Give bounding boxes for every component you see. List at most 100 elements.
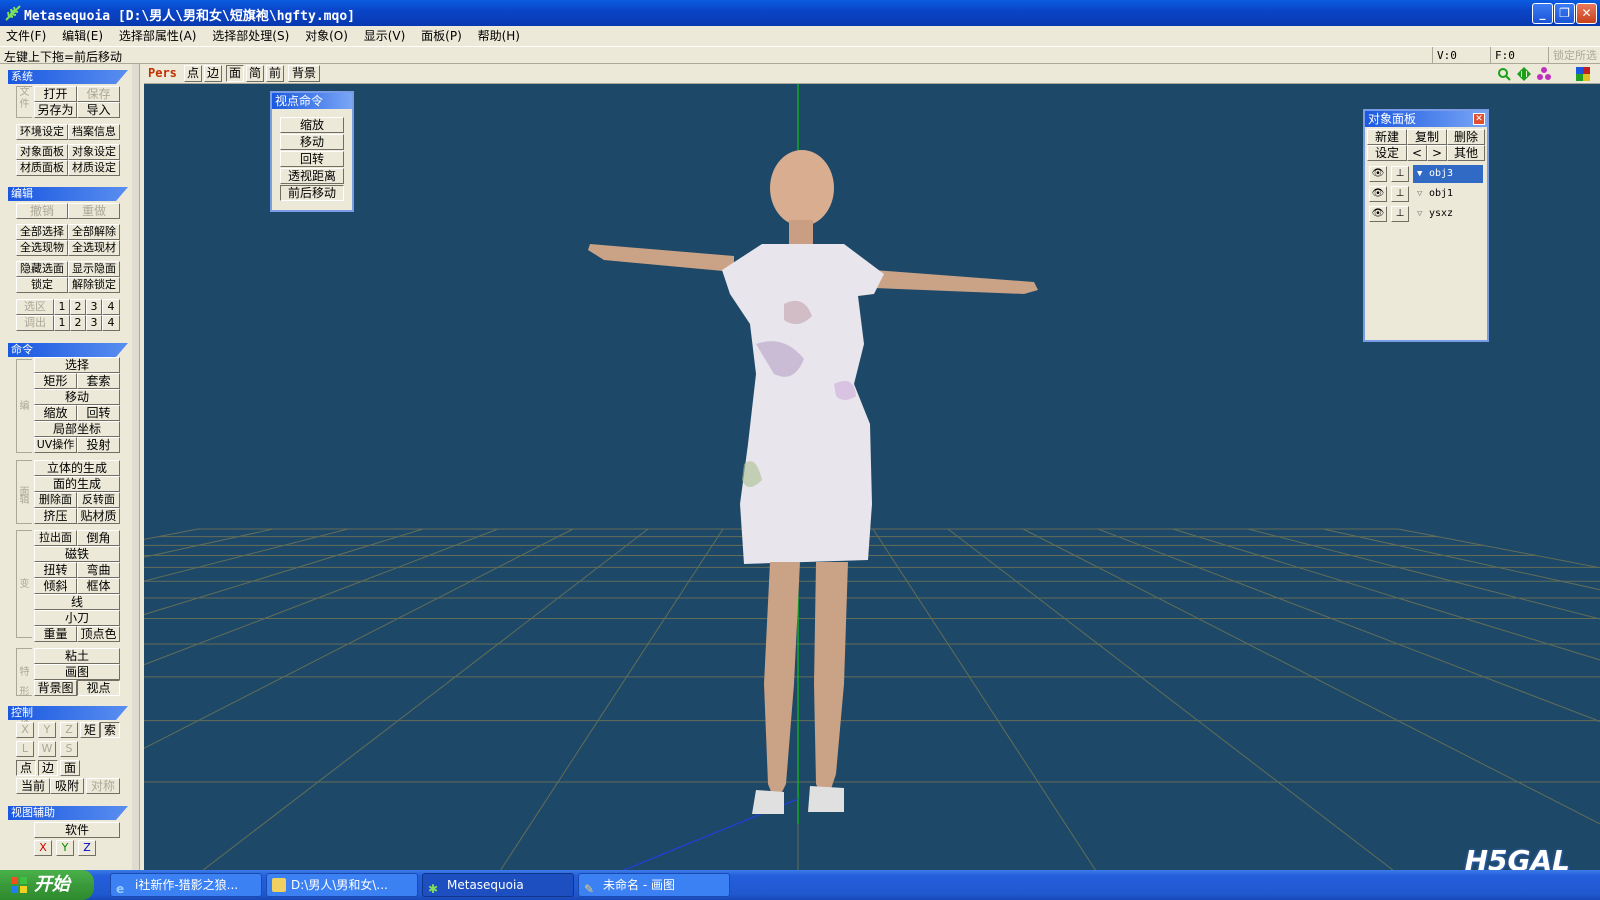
menu-select-process[interactable]: 选择部处理(S) bbox=[206, 26, 295, 46]
delete-face-button[interactable]: 删除面 bbox=[34, 492, 77, 508]
copy-object-button[interactable]: 复制 bbox=[1407, 129, 1447, 145]
save-button[interactable]: 保存 bbox=[77, 86, 120, 102]
store-slot-4[interactable]: 4 bbox=[102, 299, 120, 315]
flip-face-button[interactable]: 反转面 bbox=[77, 492, 120, 508]
store-slot-1[interactable]: 1 bbox=[54, 299, 70, 315]
visibility-eye-icon[interactable]: 👁 bbox=[1369, 186, 1387, 202]
pull-face-button[interactable]: 拉出面 bbox=[34, 530, 77, 546]
axis-y-toggle[interactable]: Y bbox=[38, 722, 56, 738]
uv-tool-button[interactable]: UV操作 bbox=[34, 437, 77, 453]
select-all-button[interactable]: 全部选择 bbox=[16, 224, 68, 240]
projection-tool-button[interactable]: 投射 bbox=[77, 437, 120, 453]
axis-z-toggle[interactable]: Z bbox=[60, 722, 78, 738]
store-slot-2[interactable]: 2 bbox=[70, 299, 86, 315]
menu-file[interactable]: 文件(F) bbox=[0, 26, 52, 46]
section-control[interactable]: 控制 bbox=[8, 706, 128, 720]
lasso-select-button[interactable]: 套索 bbox=[77, 373, 120, 389]
unlock-button[interactable]: 解除锁定 bbox=[68, 277, 120, 293]
view-move-button[interactable]: 移动 bbox=[280, 134, 344, 150]
task-browser[interactable]: e i社新作-猎影之狼... bbox=[110, 873, 262, 897]
recall-slot-4[interactable]: 4 bbox=[102, 315, 120, 331]
task-explorer[interactable]: D:\男人\男和女\... bbox=[266, 873, 418, 897]
section-system[interactable]: 系统 bbox=[8, 70, 128, 84]
scale-tool-button[interactable]: 缩放 bbox=[34, 405, 77, 421]
delete-object-button[interactable]: 删除 bbox=[1447, 129, 1485, 145]
show-hidden-button[interactable]: 显示隐面 bbox=[68, 261, 120, 277]
front-view-toggle[interactable]: 前 bbox=[266, 65, 284, 82]
twist-button[interactable]: 扭转 bbox=[34, 562, 77, 578]
lock-selection[interactable]: 锁定所选 bbox=[1548, 47, 1600, 64]
store-slot-3[interactable]: 3 bbox=[86, 299, 102, 315]
select-tool-button[interactable]: 选择 bbox=[34, 357, 120, 373]
recall-slot-3[interactable]: 3 bbox=[86, 315, 102, 331]
view-rotate-button[interactable]: 回转 bbox=[280, 151, 344, 167]
show-edges-toggle[interactable]: 边 bbox=[204, 65, 222, 82]
software-render-button[interactable]: 软件 bbox=[34, 822, 120, 838]
apply-material-button[interactable]: 贴材质 bbox=[77, 508, 120, 524]
document-info-button[interactable]: 档案信息 bbox=[68, 124, 120, 140]
dolly-button[interactable]: 前后移动 bbox=[280, 185, 344, 201]
world-toggle[interactable]: W bbox=[38, 741, 56, 757]
symmetry-toggle[interactable]: 对称 bbox=[86, 778, 120, 794]
rect-mode-toggle[interactable]: 矩 bbox=[80, 722, 100, 738]
new-object-button[interactable]: 新建 bbox=[1367, 129, 1407, 145]
object-row[interactable]: 👁 ⊥ ▽ obj1 bbox=[1369, 185, 1483, 203]
section-view-aid[interactable]: 视图辅助 bbox=[8, 806, 128, 820]
minimize-button[interactable]: _ bbox=[1532, 3, 1553, 24]
view-x-toggle[interactable]: X bbox=[34, 840, 52, 856]
lock-icon[interactable]: ⊥ bbox=[1391, 166, 1409, 182]
section-command[interactable]: 命令 bbox=[8, 343, 128, 357]
import-button[interactable]: 导入 bbox=[77, 102, 120, 118]
axis-x-toggle[interactable]: X bbox=[16, 722, 34, 738]
lock-button[interactable]: 锁定 bbox=[16, 277, 68, 293]
object-name[interactable]: ▽ ysxz bbox=[1413, 205, 1483, 223]
view-tool-button[interactable]: 视点 bbox=[77, 680, 120, 696]
material-panel-button[interactable]: 材质面板 bbox=[16, 160, 68, 176]
view-layout-icon[interactable] bbox=[1576, 67, 1590, 81]
redo-button[interactable]: 重做 bbox=[68, 203, 120, 219]
object-settings-button[interactable]: 对象设定 bbox=[68, 144, 120, 160]
section-edit[interactable]: 编辑 bbox=[8, 187, 128, 201]
viewpoint-command-title[interactable]: 视点命令 bbox=[272, 93, 352, 109]
menu-help[interactable]: 帮助(H) bbox=[472, 26, 526, 46]
view-zoom-button[interactable]: 缩放 bbox=[280, 117, 344, 133]
projection-mode-label[interactable]: Pers bbox=[148, 66, 177, 80]
vertex-color-button[interactable]: 顶点色 bbox=[77, 626, 120, 642]
lock-icon[interactable]: ⊥ bbox=[1391, 206, 1409, 222]
lattice-button[interactable]: 框体 bbox=[77, 578, 120, 594]
object-panel-button[interactable]: 对象面板 bbox=[16, 144, 68, 160]
menu-panel[interactable]: 面板(P) bbox=[415, 26, 468, 46]
object-settings-button-panel[interactable]: 设定 bbox=[1367, 145, 1407, 161]
create-solid-button[interactable]: 立体的生成 bbox=[34, 460, 120, 476]
visibility-eye-icon[interactable]: 👁 bbox=[1369, 206, 1387, 222]
material-settings-button[interactable]: 材质设定 bbox=[68, 160, 120, 176]
store-selection-button[interactable]: 选区 bbox=[16, 299, 54, 315]
local-toggle[interactable]: L bbox=[16, 741, 34, 757]
3d-viewport[interactable]: Pers 点 边 面 简 前 背景 视点命令 缩放 移动 回转 透视距离 前后移… bbox=[144, 64, 1600, 870]
next-object-button[interactable]: > bbox=[1427, 145, 1447, 161]
local-coords-button[interactable]: 局部坐标 bbox=[34, 421, 120, 437]
select-current-material-button[interactable]: 全选现材 bbox=[68, 240, 120, 256]
menu-object[interactable]: 对象(O) bbox=[299, 26, 354, 46]
extrude-button[interactable]: 挤压 bbox=[34, 508, 77, 524]
paint-button[interactable]: 画图 bbox=[34, 664, 120, 680]
recall-slot-2[interactable]: 2 bbox=[70, 315, 86, 331]
hide-selected-button[interactable]: 隐藏选面 bbox=[16, 261, 68, 277]
deselect-all-button[interactable]: 全部解除 bbox=[68, 224, 120, 240]
other-object-button[interactable]: 其他 bbox=[1447, 145, 1485, 161]
select-current-object-button[interactable]: 全选现物 bbox=[16, 240, 68, 256]
object-row[interactable]: 👁 ⊥ ▼ obj3 bbox=[1369, 165, 1483, 183]
simple-view-toggle[interactable]: 简 bbox=[246, 65, 264, 82]
command-panel-scrollbar[interactable] bbox=[132, 64, 139, 870]
view-y-toggle[interactable]: Y bbox=[56, 840, 74, 856]
view-z-toggle[interactable]: Z bbox=[78, 840, 96, 856]
create-face-button[interactable]: 面的生成 bbox=[34, 476, 120, 492]
snap-toggle[interactable]: 吸附 bbox=[50, 778, 84, 794]
close-button[interactable]: ✕ bbox=[1576, 3, 1597, 24]
menu-select-attr[interactable]: 选择部属性(A) bbox=[113, 26, 203, 46]
character-model[interactable] bbox=[588, 150, 1038, 814]
screen-toggle[interactable]: S bbox=[60, 741, 78, 757]
restore-button[interactable]: ❐ bbox=[1554, 3, 1575, 24]
open-button[interactable]: 打开 bbox=[34, 86, 77, 102]
rotate-tool-button[interactable]: 回转 bbox=[77, 405, 120, 421]
